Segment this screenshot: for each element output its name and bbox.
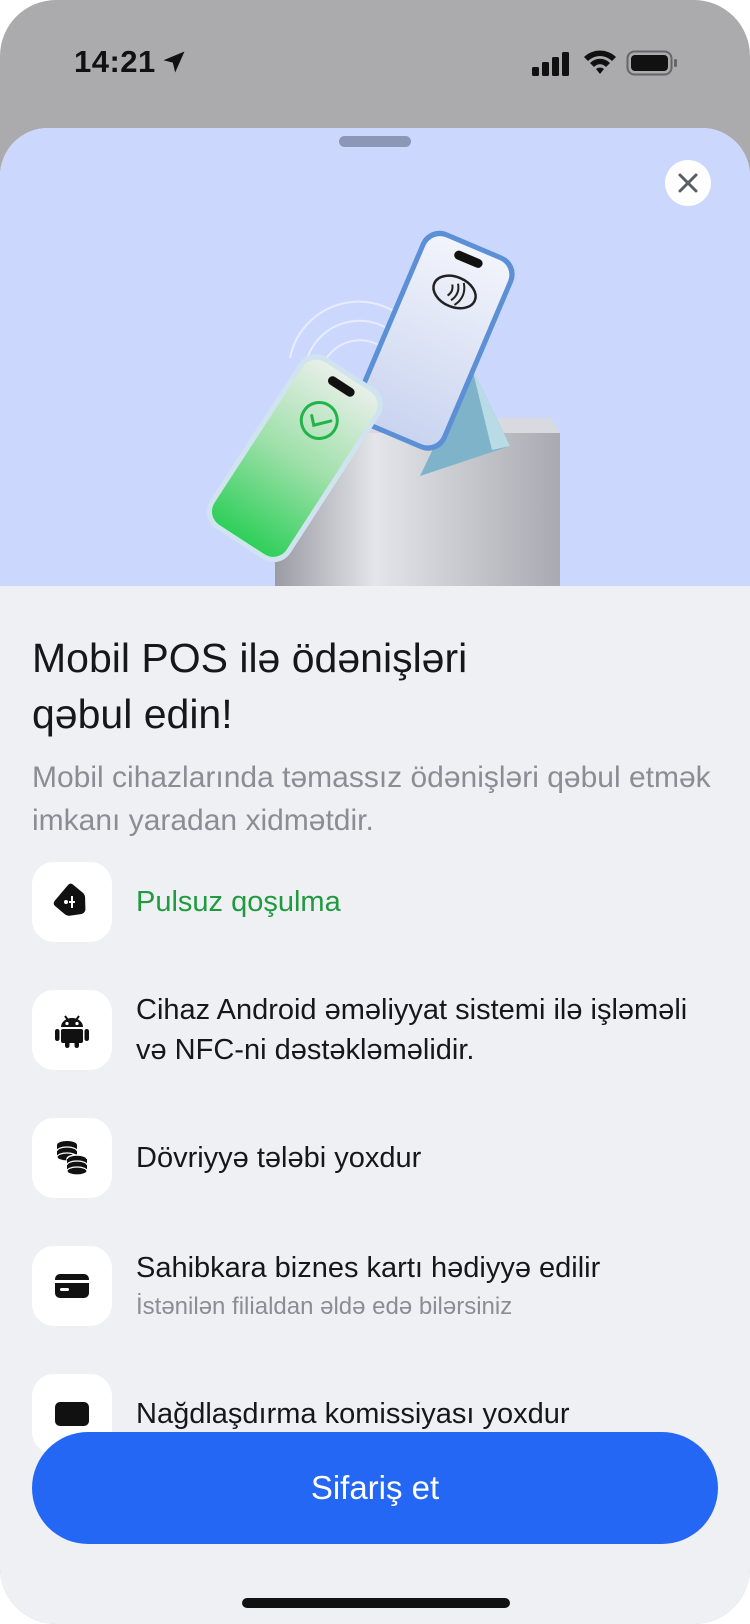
coins-icon — [56, 1141, 88, 1176]
bottom-sheet: Mobil POS ilə ödənişləri qəbul edin! Mob… — [0, 128, 750, 1624]
feature-item-android-nfc: Cihaz Android əməliyyat sistemi ilə işlə… — [32, 990, 722, 1070]
cellular-signal-icon — [532, 52, 569, 76]
status-time: 14:21 — [74, 44, 156, 79]
location-arrow-icon — [163, 51, 185, 73]
feature-icon-box — [32, 1246, 112, 1326]
wifi-icon — [584, 50, 616, 74]
battery-icon — [626, 50, 677, 76]
phone-screen: 14:21 Mobil POS ilə ödənişləri qəbul edi… — [0, 0, 750, 1624]
feature-text: Pulsuz qoşulma — [136, 862, 722, 942]
feature-sublabel: İstənilən filialdan əldə edə bilərsiniz — [136, 1293, 513, 1320]
mobile-pos-illustration — [206, 230, 560, 586]
hero-banner — [0, 128, 750, 586]
order-button[interactable]: Sifariş et — [32, 1432, 718, 1544]
feature-icon-box — [32, 862, 112, 942]
feature-text: Dövriyyə tələbi yoxdur — [136, 1118, 722, 1198]
status-bar: 14:21 — [0, 0, 750, 120]
cash-icon — [55, 1402, 89, 1426]
feature-text: Sahibkara biznes kartı hədiyyə edilir İs… — [136, 1246, 722, 1326]
feature-label: Cihaz Android əməliyyat sistemi ilə işlə… — [136, 994, 688, 1066]
sheet-title: Mobil POS ilə ödənişləri qəbul edin! — [32, 635, 468, 737]
feature-label: Sahibkara biznes kartı hədiyyə edilir — [136, 1252, 601, 1284]
sheet-subtitle: Mobil cihazlarında təmassız ödənişləri q… — [32, 761, 711, 837]
close-icon — [678, 173, 698, 193]
card-icon — [55, 1274, 89, 1298]
feature-item-free-connection: Pulsuz qoşulma — [32, 862, 722, 942]
feature-text: Cihaz Android əməliyyat sistemi ilə işlə… — [136, 990, 722, 1070]
sheet-content: Mobil POS ilə ödənişləri qəbul edin! Mob… — [32, 630, 722, 842]
tag-icon — [53, 883, 86, 916]
home-indicator — [242, 1598, 510, 1608]
close-button[interactable] — [665, 160, 711, 206]
feature-item-no-turnover: Dövriyyə tələbi yoxdur — [32, 1118, 722, 1198]
feature-label: Dövriyyə tələbi yoxdur — [136, 1142, 422, 1174]
android-icon — [55, 1015, 89, 1048]
feature-icon-box — [32, 990, 112, 1070]
feature-item-business-card: Sahibkara biznes kartı hədiyyə edilir İs… — [32, 1246, 722, 1326]
feature-label: Nağdlaşdırma komissiyası yoxdur — [136, 1398, 570, 1430]
feature-label: Pulsuz qoşulma — [136, 886, 341, 918]
feature-icon-box — [32, 1118, 112, 1198]
sheet-grabber-handle[interactable] — [339, 136, 411, 147]
